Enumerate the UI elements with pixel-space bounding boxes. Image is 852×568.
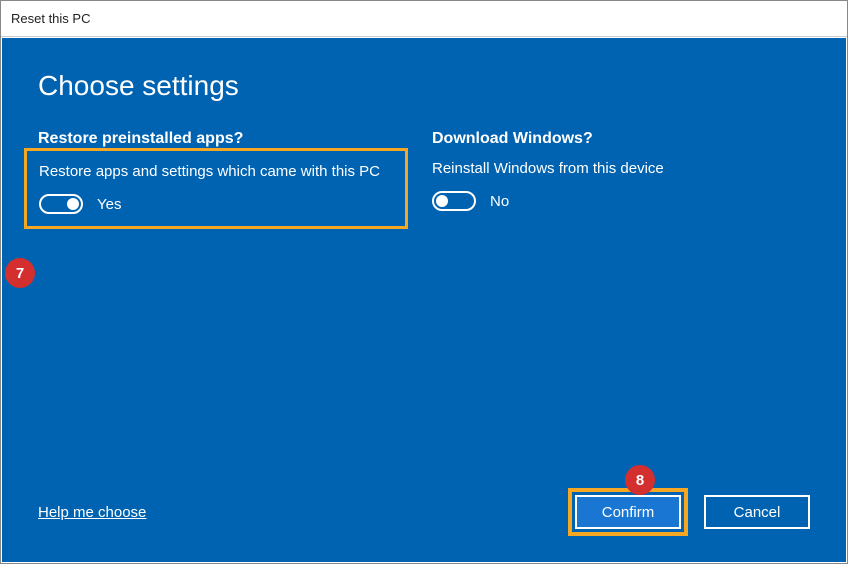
- restore-apps-block: Restore preinstalled apps? Restore apps …: [38, 130, 408, 229]
- confirm-button[interactable]: Confirm: [575, 495, 681, 529]
- toggle-knob-icon: [436, 195, 448, 207]
- footer-buttons: Confirm Cancel: [568, 488, 810, 536]
- confirm-button-highlight: Confirm: [568, 488, 688, 536]
- content-area: Choose settings Restore preinstalled app…: [2, 38, 846, 562]
- restore-apps-toggle[interactable]: [39, 194, 83, 214]
- settings-row: Restore preinstalled apps? Restore apps …: [38, 130, 810, 229]
- restore-apps-toggle-label: Yes: [97, 196, 121, 213]
- footer: Help me choose Confirm Cancel: [38, 488, 810, 536]
- reset-pc-window: Reset this PC Choose settings Restore pr…: [0, 0, 848, 564]
- download-windows-heading: Download Windows?: [432, 130, 802, 148]
- annotation-badge-7: 7: [5, 258, 35, 288]
- restore-apps-toggle-row: Yes: [39, 194, 393, 214]
- download-windows-toggle[interactable]: [432, 191, 476, 211]
- toggle-knob-icon: [67, 198, 79, 210]
- cancel-button[interactable]: Cancel: [704, 495, 810, 529]
- window-titlebar: Reset this PC: [1, 1, 847, 37]
- download-windows-block: Download Windows? Reinstall Windows from…: [432, 130, 802, 229]
- restore-apps-description: Restore apps and settings which came wit…: [39, 161, 393, 182]
- restore-apps-highlight: Restore apps and settings which came wit…: [24, 148, 408, 229]
- annotation-badge-8: 8: [625, 465, 655, 495]
- download-windows-toggle-row: No: [432, 191, 802, 211]
- download-windows-toggle-label: No: [490, 193, 509, 210]
- download-windows-description: Reinstall Windows from this device: [432, 158, 802, 179]
- restore-apps-heading: Restore preinstalled apps?: [38, 130, 408, 148]
- help-me-choose-link[interactable]: Help me choose: [38, 504, 146, 521]
- page-title: Choose settings: [38, 70, 810, 102]
- window-title: Reset this PC: [11, 11, 90, 26]
